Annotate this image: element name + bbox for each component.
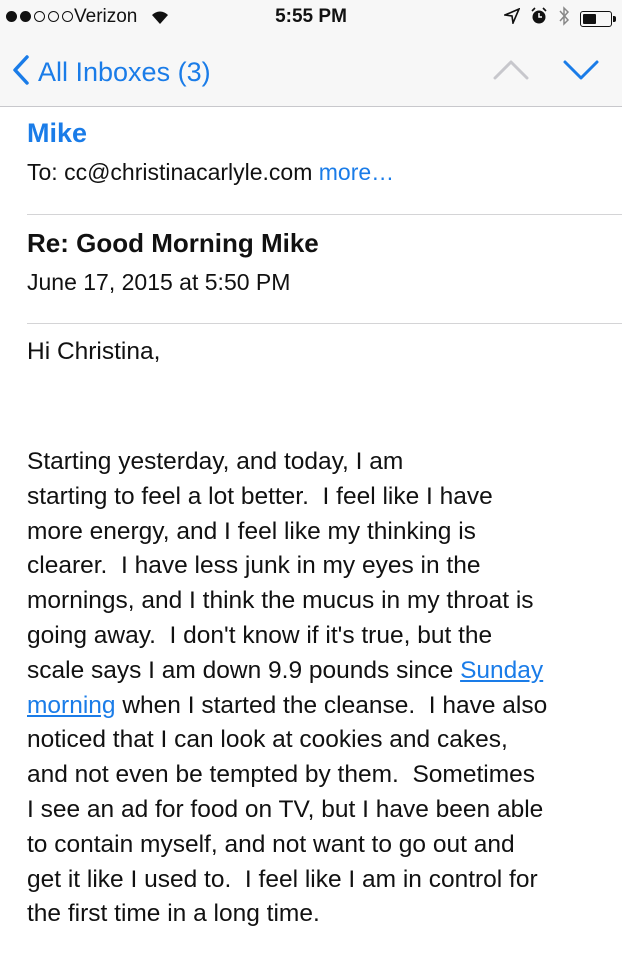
body-line: I see an ad for food on TV, but I have b… — [27, 795, 544, 823]
body-line: starting to feel a lot better. I feel li… — [27, 482, 493, 510]
greeting: Hi Christina, — [27, 338, 161, 365]
body-line: the first time in a long time. — [27, 900, 320, 928]
body-line: to contain myself, and not want to go ou… — [27, 830, 515, 858]
email-body: Hi Christina, Starting yesterday, and to… — [27, 335, 602, 927]
email-subject: Re: Good Morning Mike — [27, 228, 319, 258]
divider — [27, 323, 622, 324]
back-button[interactable]: All Inboxes (3) — [12, 54, 211, 91]
date-detected-link[interactable]: Sunday — [460, 657, 543, 684]
battery-icon — [580, 11, 616, 27]
status-bar: Verizon 5:55 PM — [0, 0, 622, 36]
recipient-address[interactable]: cc@christinacarlyle.com — [64, 159, 312, 185]
body-line: morning when I started the cleanse. I ha… — [27, 691, 548, 719]
divider — [27, 214, 622, 215]
body-line: and not even be tempted by them. Sometim… — [27, 761, 535, 789]
body-line: Starting yesterday, and today, I am — [27, 448, 404, 475]
subject-block: Re: Good Morning Mike June 17, 2015 at 5… — [27, 228, 319, 296]
recipient-line: To: cc@christinacarlyle.com more… — [27, 159, 622, 186]
to-prefix: To: — [27, 159, 58, 185]
nav-bar: All Inboxes (3) — [0, 36, 622, 107]
body-line: scale says I am down 9.9 pounds since Su… — [27, 656, 544, 684]
body-paragraph: Starting yesterday, and today, I am star… — [27, 445, 602, 932]
next-message-button[interactable] — [562, 56, 600, 84]
previous-message-button[interactable] — [492, 56, 530, 84]
body-line: mornings, and I think the mucus in my th… — [27, 587, 534, 615]
alarm-clock-icon — [530, 7, 548, 31]
email-date: June 17, 2015 at 5:50 PM — [27, 269, 291, 295]
chevron-left-icon — [12, 54, 30, 91]
body-line: clearer. I have less junk in my eyes in … — [27, 552, 481, 580]
body-line: get it like I used to. I feel like I am … — [27, 865, 538, 893]
bluetooth-icon — [558, 6, 570, 32]
email-header: Mike To: cc@christinacarlyle.com more… — [27, 118, 622, 186]
body-line: noticed that I can look at cookies and c… — [27, 726, 508, 754]
back-button-label: All Inboxes (3) — [38, 57, 211, 87]
date-detected-link[interactable]: morning — [27, 692, 116, 719]
location-arrow-icon — [502, 7, 521, 30]
body-line: more energy, and I feel like my thinking… — [27, 517, 476, 545]
sender-name[interactable]: Mike — [27, 118, 622, 149]
body-line: going away. I don't know if it's true, b… — [27, 621, 493, 649]
more-recipients-link[interactable]: more… — [319, 159, 394, 185]
